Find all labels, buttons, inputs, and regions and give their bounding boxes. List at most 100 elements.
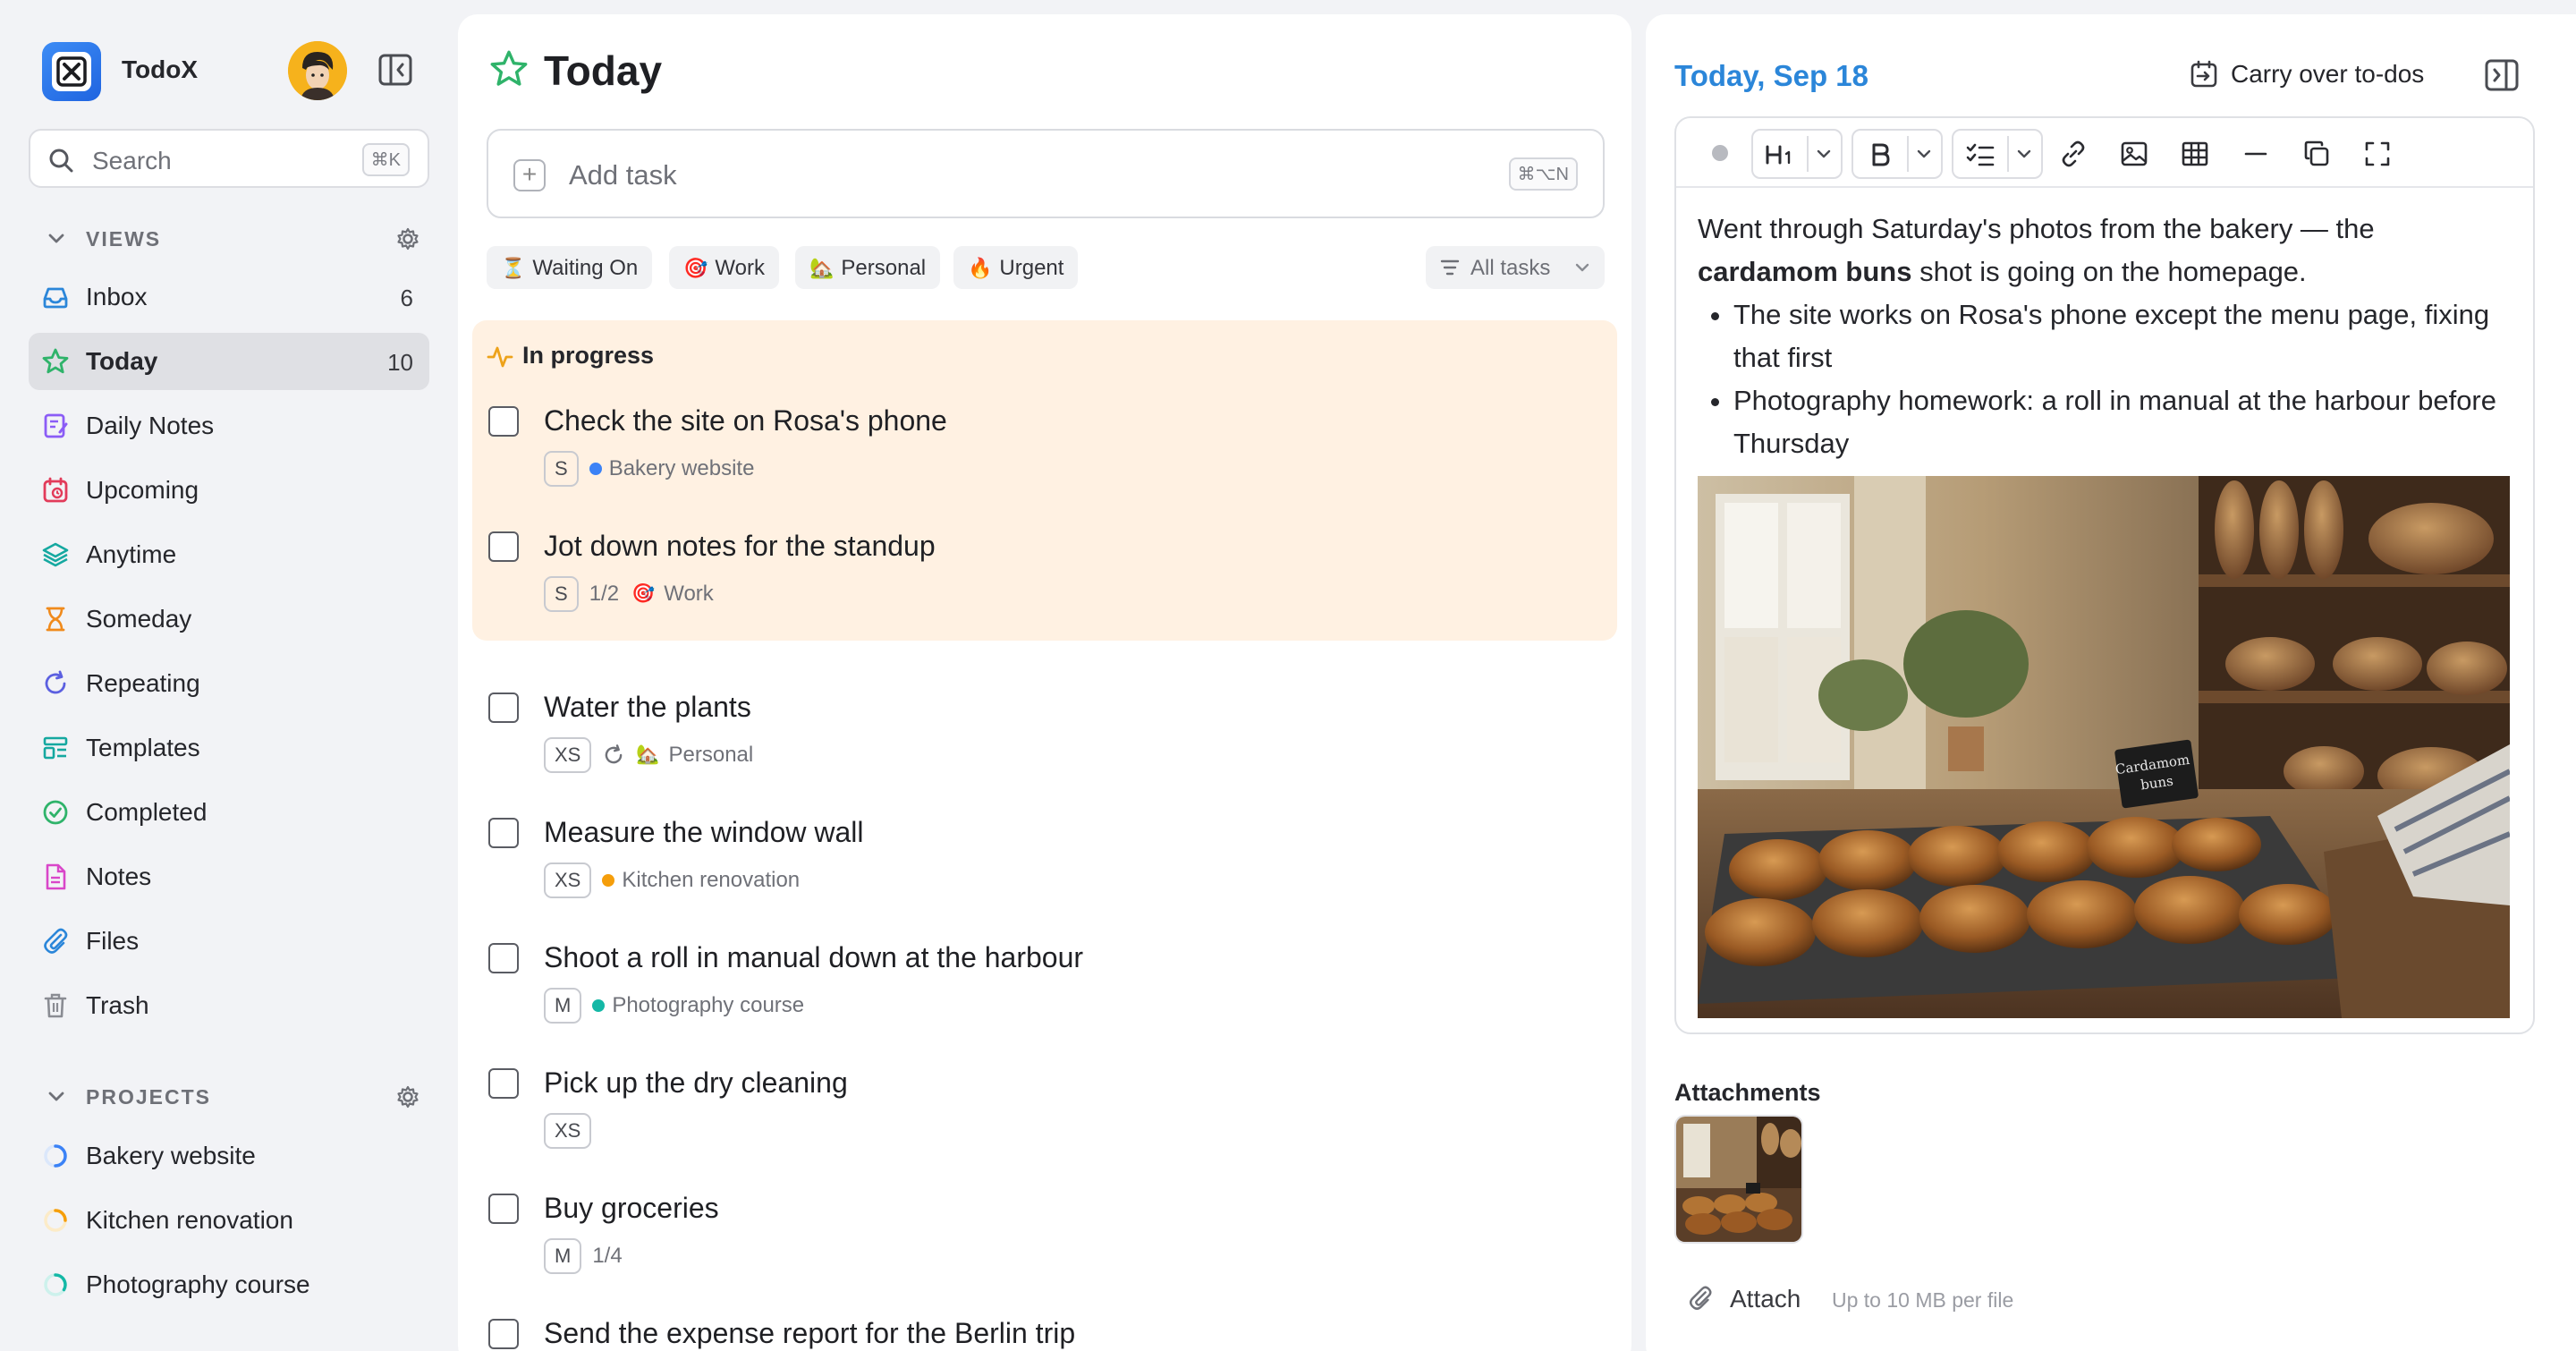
- project-item-bakery-website[interactable]: Bakery website: [29, 1127, 429, 1185]
- task-project[interactable]: Kitchen renovation: [622, 868, 800, 893]
- gear-icon[interactable]: [395, 1084, 420, 1109]
- daily-note-panel: Today, Sep 18 Carry over to-dos Went thr…: [1646, 14, 2576, 1351]
- bullet-list: The site works on Rosa's phone except th…: [1733, 293, 2503, 465]
- fire-icon: 🔥: [968, 257, 993, 279]
- gear-icon[interactable]: [395, 226, 420, 251]
- task-item[interactable]: Shoot a roll in manual down at the harbo…: [488, 936, 1562, 1043]
- image-icon[interactable]: [2120, 140, 2148, 168]
- sidebar-item-label: Files: [86, 927, 140, 955]
- bold-text: cardamom buns: [1698, 256, 1912, 287]
- task-item[interactable]: Pick up the dry cleaning XS: [488, 1061, 1562, 1168]
- heading-dropdown[interactable]: [1751, 129, 1843, 179]
- fullscreen-icon[interactable]: [2363, 140, 2392, 168]
- task-title[interactable]: Shoot a roll in manual down at the harbo…: [544, 941, 1083, 974]
- link-icon[interactable]: [2059, 140, 2088, 168]
- sidebar-item-repeating[interactable]: Repeating: [29, 655, 429, 712]
- sidebar-item-trash[interactable]: Trash: [29, 977, 429, 1034]
- chevron-down-icon[interactable]: [47, 1087, 66, 1107]
- chevron-down-icon[interactable]: [47, 229, 66, 249]
- carry-over-button[interactable]: Carry over to-dos: [2231, 60, 2424, 89]
- task-title[interactable]: Jot down notes for the standup: [544, 530, 936, 563]
- bullet-item: Photography homework: a roll in manual a…: [1733, 379, 2503, 465]
- attachment-thumbnail[interactable]: [1674, 1115, 1803, 1244]
- task-checkbox[interactable]: [488, 1194, 519, 1224]
- all-tasks-label: All tasks: [1470, 256, 1551, 280]
- calendar-arrow-icon[interactable]: [2190, 59, 2220, 89]
- add-task-input[interactable]: + Add task ⌘⌥N: [487, 129, 1605, 218]
- task-title[interactable]: Pick up the dry cleaning: [544, 1066, 848, 1100]
- task-checkbox[interactable]: [488, 1068, 519, 1099]
- paperclip-icon[interactable]: [1687, 1285, 1714, 1312]
- task-item[interactable]: Check the site on Rosa's phone S Bakery …: [488, 399, 1562, 506]
- sidebar-item-upcoming[interactable]: Upcoming: [29, 462, 429, 519]
- repeat-icon: [606, 744, 623, 764]
- sidebar-item-notes[interactable]: Notes: [29, 848, 429, 905]
- status-dot-icon[interactable]: [1712, 145, 1728, 161]
- search-input[interactable]: Search ⌘K: [29, 129, 429, 188]
- task-checkbox[interactable]: [488, 531, 519, 562]
- sidebar-item-files[interactable]: Files: [29, 913, 429, 970]
- bold-dropdown[interactable]: [1852, 129, 1943, 179]
- subtask-progress: 1/2: [589, 582, 620, 606]
- task-tag[interactable]: Personal: [669, 743, 754, 768]
- task-title[interactable]: Check the site on Rosa's phone: [544, 404, 947, 438]
- task-item[interactable]: Measure the window wall XS Kitchen renov…: [488, 811, 1562, 918]
- sidebar-item-daily-notes[interactable]: Daily Notes: [29, 397, 429, 455]
- sidebar-item-inbox[interactable]: Inbox 6: [29, 268, 429, 326]
- table-icon[interactable]: [2181, 140, 2209, 168]
- task-checkbox[interactable]: [488, 818, 519, 848]
- task-project[interactable]: Bakery website: [609, 456, 755, 481]
- task-checkbox[interactable]: [488, 692, 519, 723]
- task-item[interactable]: Buy groceries M 1/4: [488, 1186, 1562, 1294]
- all-tasks-dropdown[interactable]: All tasks: [1426, 246, 1605, 289]
- target-icon: 🎯: [631, 583, 656, 604]
- task-item[interactable]: Jot down notes for the standup S 1/2 🎯 W…: [488, 524, 1562, 632]
- task-title[interactable]: Measure the window wall: [544, 816, 864, 849]
- filter-chip-urgent[interactable]: 🔥 Urgent: [953, 246, 1079, 289]
- star-icon: [490, 50, 528, 86]
- note-editor[interactable]: Went through Saturday's photos from the …: [1674, 116, 2535, 1034]
- sidebar-collapse-icon[interactable]: [378, 54, 412, 86]
- task-tag[interactable]: Work: [664, 582, 714, 607]
- task-checkbox[interactable]: [488, 943, 519, 973]
- size-badge: S: [544, 576, 579, 612]
- note-image-bakery[interactable]: Cardamom buns: [1698, 476, 2510, 1018]
- sidebar-item-someday[interactable]: Someday: [29, 591, 429, 648]
- sidebar-item-label: Inbox: [86, 283, 148, 310]
- task-checkbox[interactable]: [488, 1319, 519, 1349]
- project-item-kitchen-renovation[interactable]: Kitchen renovation: [29, 1192, 429, 1249]
- list-dropdown[interactable]: [1952, 129, 2043, 179]
- sidebar-item-anytime[interactable]: Anytime: [29, 526, 429, 583]
- avatar[interactable]: [288, 41, 347, 100]
- task-title[interactable]: Send the expense report for the Berlin t…: [544, 1317, 1075, 1350]
- sidebar: TodoX Search ⌘K VIEWS Inbox 6 Today 10 D…: [0, 0, 456, 1351]
- add-task-placeholder: Add task: [569, 159, 677, 191]
- task-project[interactable]: Photography course: [612, 993, 804, 1018]
- filter-chip-work[interactable]: 🎯 Work: [669, 246, 779, 289]
- note-body[interactable]: Went through Saturday's photos from the …: [1698, 208, 2503, 465]
- project-item-label: Kitchen renovation: [86, 1206, 293, 1234]
- sidebar-item-label: Today: [86, 347, 158, 375]
- app-logo[interactable]: [42, 42, 101, 101]
- project-color-dot: [592, 999, 606, 1012]
- task-item[interactable]: Send the expense report for the Berlin t…: [488, 1312, 1562, 1351]
- copy-icon[interactable]: [2302, 140, 2331, 168]
- size-badge: S: [544, 451, 579, 487]
- note-date-title[interactable]: Today, Sep 18: [1674, 59, 1868, 93]
- panel-collapse-icon[interactable]: [2485, 59, 2519, 91]
- sidebar-item-today[interactable]: Today 10: [29, 333, 429, 390]
- filter-chip-personal[interactable]: 🏡 Personal: [795, 246, 941, 289]
- attach-button[interactable]: Attach: [1730, 1285, 1801, 1313]
- sidebar-item-completed[interactable]: Completed: [29, 784, 429, 841]
- task-title[interactable]: Buy groceries: [544, 1192, 719, 1225]
- sidebar-item-templates[interactable]: Templates: [29, 719, 429, 777]
- filter-chip-waiting-on[interactable]: ⏳ Waiting On: [487, 246, 653, 289]
- task-title[interactable]: Water the plants: [544, 691, 751, 724]
- repeat-icon: [45, 670, 66, 694]
- divider-icon[interactable]: [2241, 140, 2270, 168]
- project-item-photography-course[interactable]: Photography course: [29, 1256, 429, 1313]
- task-checkbox[interactable]: [488, 406, 519, 437]
- size-badge: XS: [544, 1113, 592, 1149]
- sidebar-item-count: 10: [387, 349, 413, 376]
- task-item[interactable]: Water the plants XS 🏡 Personal: [488, 685, 1562, 793]
